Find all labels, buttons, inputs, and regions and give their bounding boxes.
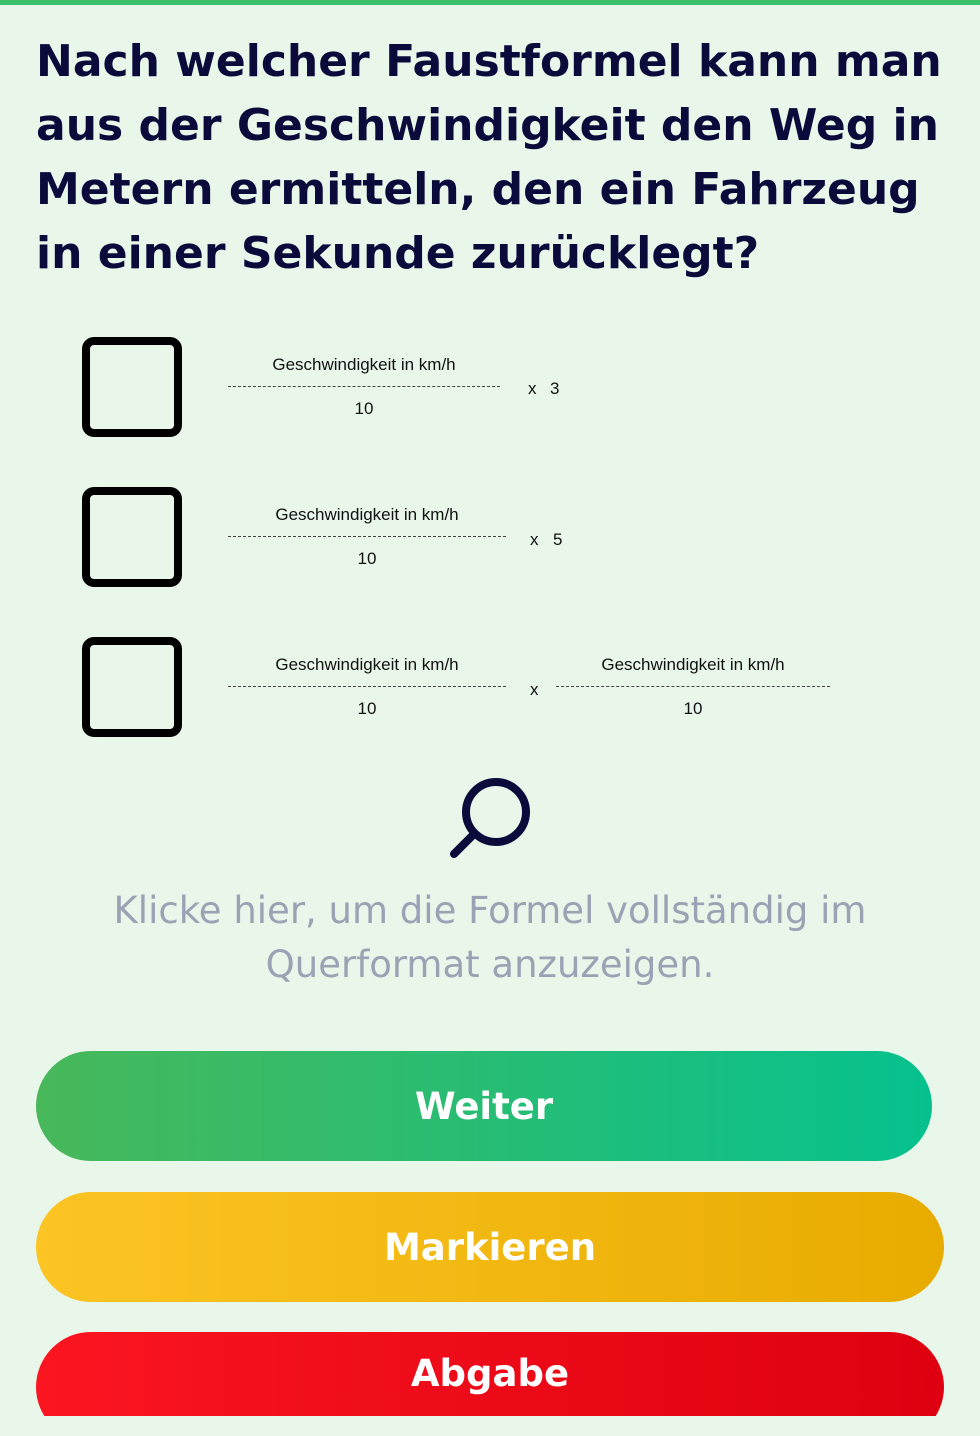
fraction-3a: Geschwindigkeit in km/h 10 — [228, 655, 506, 725]
answer-checkbox-3[interactable] — [82, 637, 182, 737]
factor: 5 — [553, 530, 563, 549]
factor: 3 — [550, 379, 560, 398]
fraction-line — [228, 686, 506, 687]
fraction-line — [228, 386, 500, 387]
fraction-3b: Geschwindigkeit in km/h 10 — [556, 655, 830, 725]
answer-option-1[interactable]: Geschwindigkeit in km/h 10 x 3 — [80, 337, 930, 437]
search-icon[interactable] — [448, 778, 538, 862]
submit-button[interactable]: Abgabe — [36, 1332, 944, 1416]
fraction-line — [556, 686, 830, 687]
submit-button-clip: Abgabe — [36, 1332, 944, 1416]
answer-checkbox-1[interactable] — [82, 337, 182, 437]
fraction-denominator: 10 — [357, 549, 377, 568]
fraction-2: Geschwindigkeit in km/h 10 — [228, 505, 506, 575]
answer-checkbox-2[interactable] — [82, 487, 182, 587]
answer-option-3[interactable]: Geschwindigkeit in km/h 10 x Geschwindig… — [80, 637, 930, 737]
fraction-numerator: Geschwindigkeit in km/h — [275, 505, 459, 524]
fraction-numerator: Geschwindigkeit in km/h — [272, 355, 456, 374]
fraction-line — [228, 536, 506, 537]
fraction-denominator: 10 — [357, 699, 377, 718]
progress-bar — [0, 0, 980, 5]
landscape-hint-link[interactable]: Klicke hier, um die Formel vollständig i… — [40, 884, 940, 992]
mark-button[interactable]: Markieren — [36, 1192, 944, 1302]
fraction-numerator: Geschwindigkeit in km/h — [601, 655, 785, 674]
fraction-1: Geschwindigkeit in km/h 10 — [228, 355, 500, 425]
submit-button-label: Abgabe — [410, 1351, 570, 1395]
fraction-denominator: 10 — [354, 399, 374, 418]
next-button[interactable]: Weiter — [36, 1051, 932, 1161]
multiply-sign: x — [530, 680, 539, 699]
question-text: Nach welcher Faustformel kann man aus de… — [36, 36, 942, 279]
multiply-sign: x — [530, 530, 539, 549]
answer-option-2[interactable]: Geschwindigkeit in km/h 10 x 5 — [80, 487, 930, 587]
fraction-numerator: Geschwindigkeit in km/h — [275, 655, 459, 674]
mark-button-label: Markieren — [383, 1225, 597, 1269]
fraction-denominator: 10 — [683, 699, 703, 718]
next-button-label: Weiter — [414, 1084, 554, 1128]
multiply-sign: x — [528, 379, 537, 398]
